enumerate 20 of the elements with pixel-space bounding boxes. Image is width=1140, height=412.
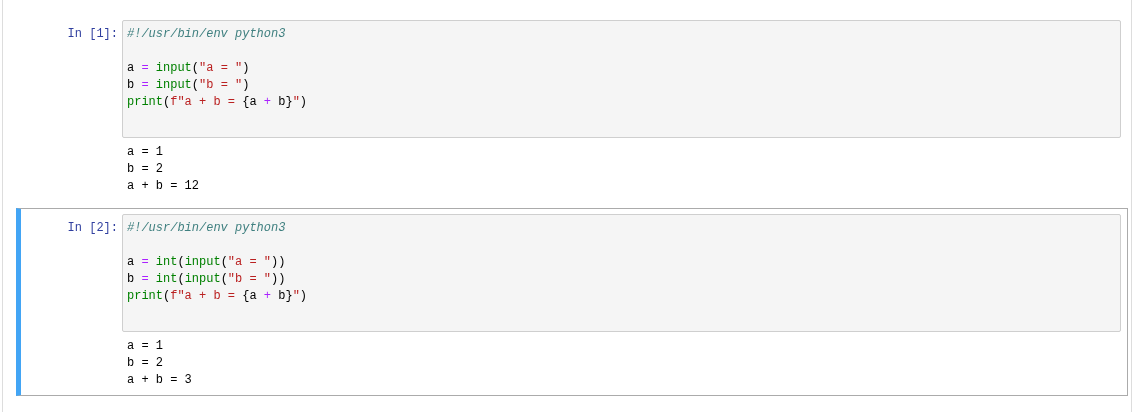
output-line: b = 2	[127, 355, 164, 372]
output-line: a = 1	[127, 338, 164, 355]
input-prompt: In [2]:	[66, 220, 119, 237]
code-line: a = int(input("a = "))	[127, 254, 287, 271]
code-line: #!/usr/bin/env python3	[127, 26, 287, 43]
code-line: print(f"a + b = {a + b}")	[127, 288, 309, 305]
code-line: print(f"a + b = {a + b}")	[127, 94, 309, 111]
output-line: b = 2	[127, 161, 164, 178]
output-line: a = 1	[127, 144, 164, 161]
output-line: a + b = 12	[127, 178, 200, 195]
input-prompt: In [1]:	[66, 26, 119, 43]
code-cell[interactable]: In [2]: #!/usr/bin/env python3 a = int(input("a = ")) b = int(input("b = ")) print(f"a + b = {a + b}") a = 1 b = 2 a + b = 3	[16, 208, 1128, 396]
code-cell[interactable]: In [1]: #!/usr/bin/env python3 a = input("a = ") b = input("b = ") print(f"a + b = {a + b}") a = 1 b = 2 a + b = 12	[16, 14, 1128, 202]
code-line: b = input("b = ")	[127, 77, 251, 94]
code-line: #!/usr/bin/env python3	[127, 220, 287, 237]
code-line: b = int(input("b = "))	[127, 271, 287, 288]
code-editor[interactable]: #!/usr/bin/env python3 a = int(input("a = ")) b = int(input("b = ")) print(f"a + b = {a + b}")	[122, 214, 1121, 332]
code-editor[interactable]: #!/usr/bin/env python3 a = input("a = ") b = input("b = ") print(f"a + b = {a + b}")	[122, 20, 1121, 138]
output-line: a + b = 3	[127, 372, 193, 389]
code-line: a = input("a = ")	[127, 60, 251, 77]
